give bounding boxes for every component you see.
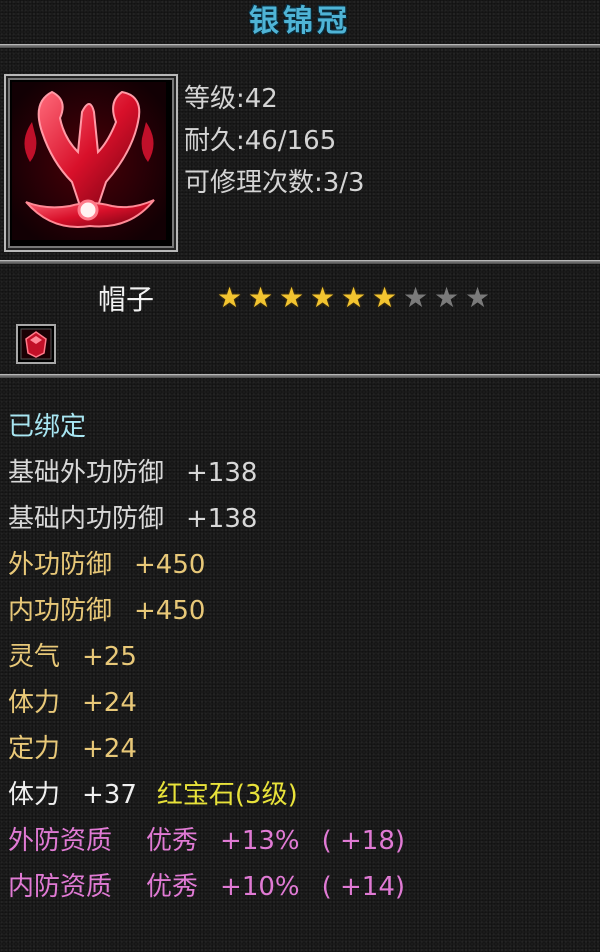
item-type-label: 帽子 — [98, 283, 155, 316]
star-filled-icon: ★ — [309, 281, 336, 314]
attribute-label: 体力 — [8, 780, 61, 810]
attribute-value: +24 — [82, 688, 137, 718]
star-filled-icon: ★ — [247, 281, 274, 314]
gem-attribute-row: 体力 +37 红宝石(3级) — [8, 772, 405, 818]
quality-row: 外防资质 优秀 +13% ( +18) — [8, 818, 405, 864]
attribute-row: 体力 +24 — [8, 680, 405, 726]
attribute-row: 内功防御 +450 — [8, 588, 405, 634]
attribute-value: +37 — [82, 780, 137, 810]
attribute-label: 内功防御 — [8, 596, 113, 626]
gem-name: 红宝石(3级) — [156, 780, 298, 810]
attribute-value: +450 — [134, 550, 206, 580]
attribute-label: 外功防御 — [8, 550, 113, 580]
quality-grade: 优秀 — [146, 872, 199, 902]
item-durability: 耐久:46/165 — [184, 126, 337, 156]
attribute-value: +450 — [134, 596, 206, 626]
red-crown-icon — [12, 82, 166, 240]
star-empty-icon: ★ — [433, 281, 460, 314]
title-divider — [0, 44, 600, 48]
quality-bonus: ( +18) — [321, 826, 406, 856]
star-filled-icon: ★ — [340, 281, 367, 314]
bound-label: 已绑定 — [8, 412, 87, 442]
attribute-value: +138 — [186, 458, 258, 488]
quality-label: 外防资质 — [8, 826, 113, 856]
item-portrait — [4, 74, 178, 252]
item-name-title: 银锦冠 — [249, 4, 351, 39]
attribute-row: 灵气 +25 — [8, 634, 405, 680]
attribute-label: 基础外功防御 — [8, 458, 165, 488]
quality-row: 内防资质 优秀 +10% ( +14) — [8, 864, 405, 910]
header-divider — [0, 260, 600, 264]
attribute-label: 体力 — [8, 688, 61, 718]
bound-status: 已绑定 — [8, 404, 405, 450]
ruby-gem-icon[interactable] — [16, 324, 56, 364]
attribute-label: 基础内功防御 — [8, 504, 165, 534]
attribute-row: 基础外功防御 +138 — [8, 450, 405, 496]
attribute-label: 灵气 — [8, 642, 61, 672]
star-filled-icon: ★ — [216, 281, 243, 314]
attribute-value: +138 — [186, 504, 258, 534]
quality-label: 内防资质 — [8, 872, 113, 902]
item-level: 等级:42 — [184, 84, 278, 114]
star-empty-icon: ★ — [464, 281, 491, 314]
item-repair-count: 可修理次数:3/3 — [184, 168, 365, 198]
attribute-list: 已绑定 基础外功防御 +138 基础内功防御 +138 外功防御 +450 内功防御 +… — [8, 404, 405, 910]
star-filled-icon: ★ — [371, 281, 398, 314]
attribute-value: +24 — [82, 734, 137, 764]
attribute-label: 定力 — [8, 734, 61, 764]
attribute-value: +25 — [82, 642, 137, 672]
attribute-row: 外功防御 +450 — [8, 542, 405, 588]
quality-bonus: ( +14) — [321, 872, 406, 902]
quality-value: +13% — [220, 826, 300, 856]
quality-value: +10% — [220, 872, 300, 902]
attributes-divider — [0, 374, 600, 378]
attribute-row: 定力 +24 — [8, 726, 405, 772]
star-empty-icon: ★ — [402, 281, 429, 314]
quality-grade: 优秀 — [146, 826, 199, 856]
star-rating: ★ ★ ★ ★ ★ ★ ★ ★ ★ — [214, 284, 493, 312]
star-filled-icon: ★ — [278, 281, 305, 314]
attribute-row: 基础内功防御 +138 — [8, 496, 405, 542]
